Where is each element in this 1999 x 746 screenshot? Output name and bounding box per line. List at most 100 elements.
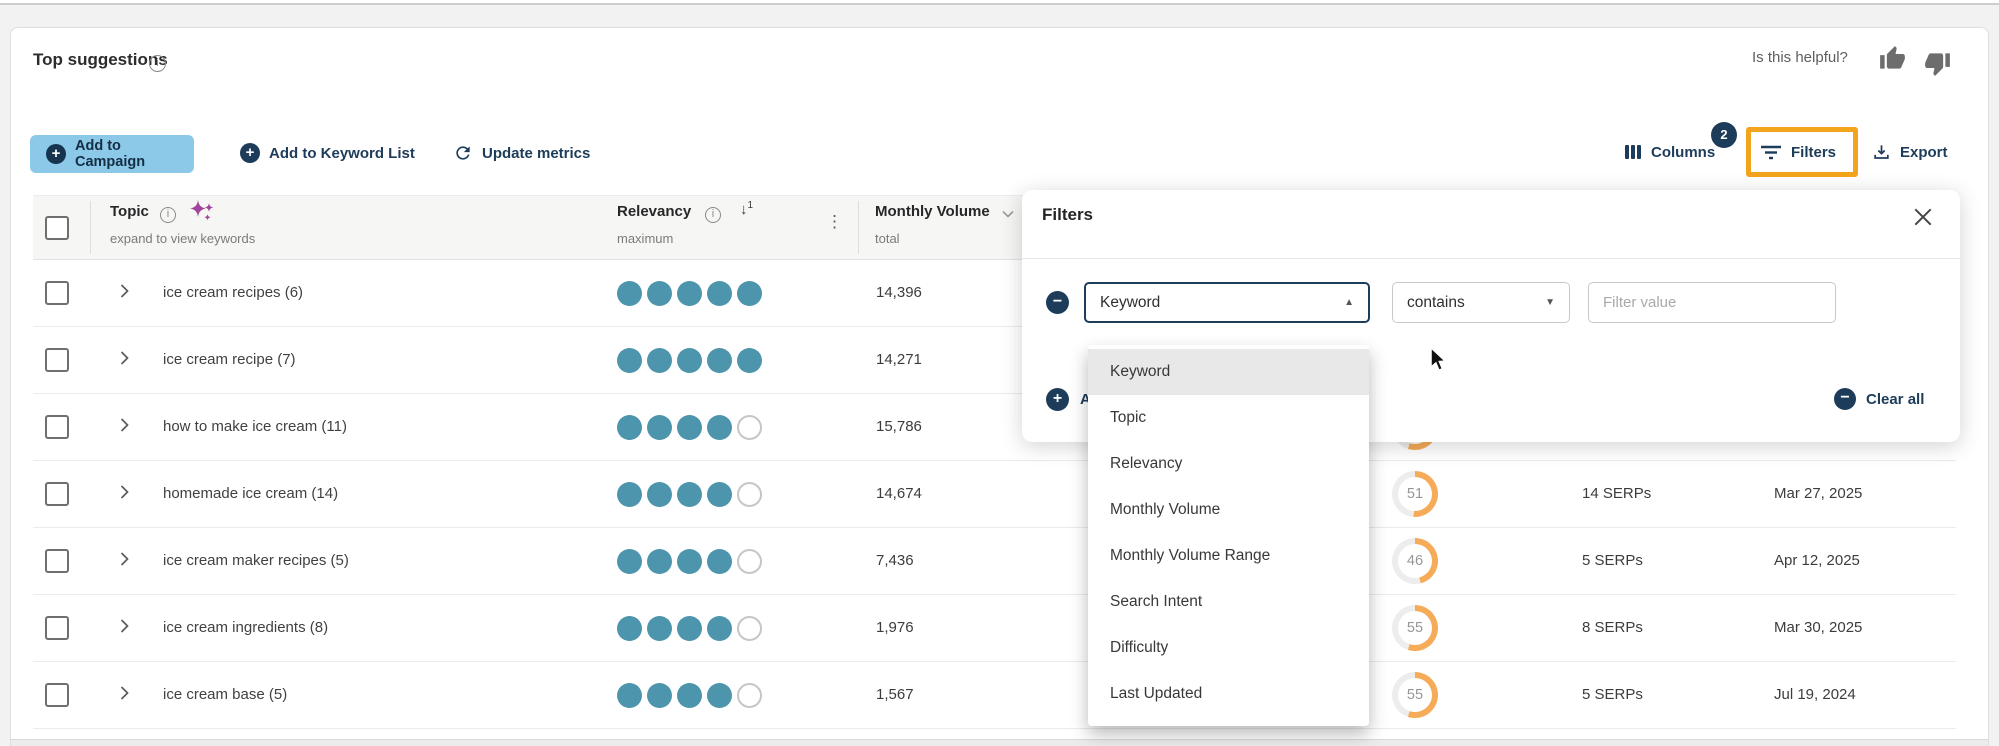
info-icon[interactable]: i <box>149 55 166 72</box>
filter-field-option[interactable]: Search Intent <box>1088 579 1369 625</box>
relevancy-dot <box>647 482 672 507</box>
filters-modal-title: Filters <box>1042 205 1093 225</box>
relevancy-dot <box>707 281 732 306</box>
topic-cell: ice cream recipe (7) <box>163 351 296 368</box>
column-header-relevancy[interactable]: Relevancy <box>617 203 691 220</box>
sort-indicator[interactable]: ↓1 <box>740 200 753 218</box>
serps-cell: 5 SERPs <box>1582 552 1643 569</box>
monthly-volume-cell: 15,786 <box>876 418 922 435</box>
column-header-topic[interactable]: Topic <box>110 203 149 220</box>
relevancy-dot <box>617 616 642 641</box>
filter-field-dropdown: KeywordTopicRelevancyMonthly VolumeMonth… <box>1088 345 1369 726</box>
last-updated-cell: Apr 12, 2025 <box>1774 552 1860 569</box>
close-icon[interactable] <box>1912 206 1934 228</box>
difficulty-ring: 55 <box>1392 672 1438 718</box>
relevancy-dot <box>617 683 642 708</box>
sparkles-icon <box>188 199 216 225</box>
table-row: ice cream base (5)1,567555 SERPsJul 19, … <box>33 662 1956 729</box>
difficulty-value: 55 <box>1392 605 1438 651</box>
last-updated-cell: Mar 30, 2025 <box>1774 619 1862 636</box>
kebab-menu-icon[interactable]: ⋮ <box>826 212 843 232</box>
row-checkbox[interactable] <box>45 348 69 372</box>
expand-chevron-icon[interactable] <box>120 619 129 638</box>
row-checkbox[interactable] <box>45 281 69 305</box>
select-all-checkbox[interactable] <box>45 216 69 240</box>
columns-button[interactable]: Columns <box>1624 143 1715 161</box>
monthly-volume-cell: 14,396 <box>876 284 922 301</box>
relevancy-dot <box>707 482 732 507</box>
keyword-suggestions-page: Top suggestions i Is this helpful? + Add… <box>0 0 1999 746</box>
relevancy-dot <box>647 281 672 306</box>
export-button[interactable]: Export <box>1872 143 1948 162</box>
expand-chevron-icon[interactable] <box>120 418 129 437</box>
row-checkbox[interactable] <box>45 415 69 439</box>
thumbs-up-icon[interactable] <box>1879 45 1906 72</box>
clear-all-button[interactable]: − Clear all <box>1834 388 1924 410</box>
filter-field-option[interactable]: Last Updated <box>1088 671 1369 717</box>
bottom-scrollbar-track[interactable] <box>11 739 1988 746</box>
relevancy-dot <box>647 415 672 440</box>
row-checkbox[interactable] <box>45 616 69 640</box>
relevancy-dot <box>617 482 642 507</box>
relevancy-dot <box>737 616 762 641</box>
expand-chevron-icon[interactable] <box>120 351 129 370</box>
column-header-monthly-volume[interactable]: Monthly Volume <box>875 203 990 220</box>
relevancy-dot <box>617 281 642 306</box>
thumbs-down-icon[interactable] <box>1924 50 1951 77</box>
expand-chevron-icon[interactable] <box>120 552 129 571</box>
row-checkbox[interactable] <box>45 683 69 707</box>
last-updated-cell: Mar 27, 2025 <box>1774 485 1862 502</box>
last-updated-cell: Jul 19, 2024 <box>1774 686 1856 703</box>
filter-field-option[interactable]: Difficulty <box>1088 625 1369 671</box>
column-subheader-relevancy: maximum <box>617 231 673 246</box>
topic-cell: ice cream recipes (6) <box>163 284 303 301</box>
expand-chevron-icon[interactable] <box>120 284 129 303</box>
relevancy-dot <box>647 348 672 373</box>
relevancy-dot <box>737 549 762 574</box>
column-subheader-monthly-volume: total <box>875 231 900 246</box>
relevancy-dot <box>707 415 732 440</box>
filter-field-select[interactable]: Keyword ▲ <box>1084 282 1370 323</box>
filter-field-option[interactable]: Keyword <box>1088 349 1369 395</box>
chevron-down-icon: ▼ <box>1545 297 1555 308</box>
row-checkbox[interactable] <box>45 482 69 506</box>
relevancy-dot <box>677 415 702 440</box>
remove-filter-icon[interactable]: − <box>1046 291 1069 314</box>
relevancy-dot <box>737 482 762 507</box>
monthly-volume-cell: 14,271 <box>876 351 922 368</box>
relevancy-dot <box>737 348 762 373</box>
info-icon[interactable]: i <box>705 207 721 223</box>
filter-operator-select[interactable]: contains ▼ <box>1392 282 1570 323</box>
add-to-campaign-button[interactable]: + Add to Campaign <box>30 135 194 173</box>
difficulty-value: 46 <box>1392 538 1438 584</box>
filter-field-option[interactable]: Topic <box>1088 395 1369 441</box>
serps-cell: 14 SERPs <box>1582 485 1651 502</box>
row-checkbox[interactable] <box>45 549 69 573</box>
filter-field-option[interactable]: Monthly Volume Range <box>1088 533 1369 579</box>
info-icon[interactable]: i <box>160 207 176 223</box>
update-metrics-button[interactable]: Update metrics <box>453 143 590 163</box>
filter-value-input[interactable] <box>1588 282 1836 323</box>
add-to-keyword-list-button[interactable]: + Add to Keyword List <box>240 143 415 163</box>
relevancy-dot <box>677 549 702 574</box>
column-divider <box>858 201 859 254</box>
table-row: homemade ice cream (14)14,6745114 SERPsM… <box>33 461 1956 528</box>
topic-cell: ice cream maker recipes (5) <box>163 552 349 569</box>
expand-chevron-icon[interactable] <box>120 485 129 504</box>
difficulty-ring: 51 <box>1392 471 1438 517</box>
relevancy-dot <box>707 616 732 641</box>
filter-field-option[interactable]: Relevancy <box>1088 441 1369 487</box>
chevron-up-icon: ▲ <box>1344 297 1354 308</box>
topic-cell: ice cream ingredients (8) <box>163 619 328 636</box>
relevancy-dot <box>677 281 702 306</box>
expand-chevron-icon[interactable] <box>120 686 129 705</box>
column-divider <box>90 201 91 254</box>
plus-circle-icon: + <box>46 144 66 164</box>
difficulty-value: 51 <box>1392 471 1438 517</box>
filter-field-option[interactable]: Monthly Volume <box>1088 487 1369 533</box>
column-subheader-topic: expand to view keywords <box>110 231 255 246</box>
relevancy-dot <box>737 683 762 708</box>
download-icon <box>1872 143 1891 162</box>
relevancy-dot <box>617 348 642 373</box>
modal-divider <box>1022 258 1960 259</box>
